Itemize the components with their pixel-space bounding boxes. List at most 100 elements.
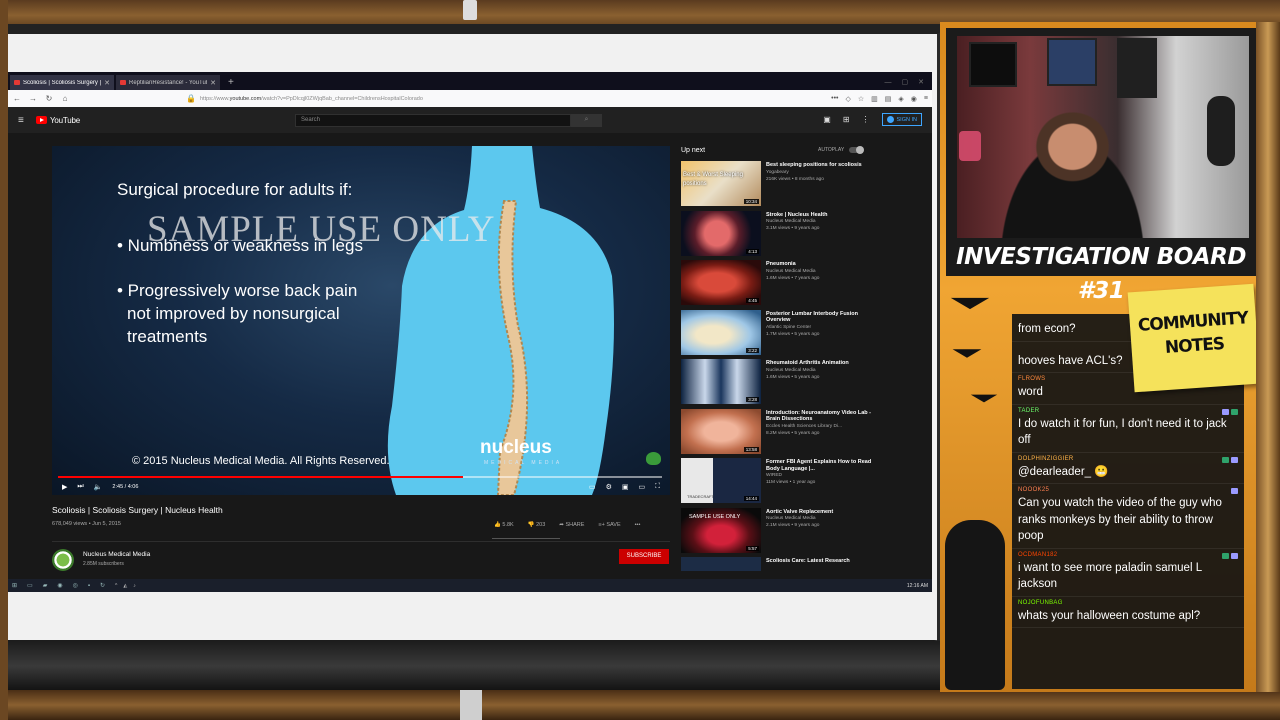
create-video-icon[interactable]: ▣: [823, 115, 831, 124]
close-window-icon[interactable]: ✕: [918, 75, 924, 90]
video-thumbnail[interactable]: 3:28: [681, 359, 761, 404]
video-thumbnail[interactable]: Best & Worst Sleeping positions 10:34: [681, 161, 761, 206]
search-icon[interactable]: ⌕: [571, 114, 602, 127]
play-icon[interactable]: ▶: [62, 483, 67, 491]
address-bar[interactable]: 🔒 https://www.youtube.com/watch?v=PpDlcq…: [76, 93, 825, 104]
extension-icon[interactable]: ◉: [911, 95, 917, 103]
chat-badges: [1222, 552, 1238, 559]
hamburger-menu-icon[interactable]: ≡: [18, 115, 36, 126]
browser-tab-reptilian[interactable]: ReptilianResistance! - YouTube ✕: [116, 75, 220, 90]
recommendation-item[interactable]: SAMPLE USE ONLY 5:57 Aortic Valve Replac…: [681, 507, 881, 558]
close-tab-icon[interactable]: ✕: [210, 79, 216, 87]
like-count: 5.8K: [502, 522, 514, 528]
time-display: 2:45 / 4:06: [112, 484, 139, 490]
slide-bullet: not improved by nonsurgical: [127, 304, 340, 323]
home-icon[interactable]: ⌂: [60, 94, 70, 103]
video-thumbnail[interactable]: TRADECRAFT 14:44: [681, 458, 761, 503]
chat-username: NOOOK25: [1018, 487, 1050, 493]
back-icon[interactable]: ←: [12, 94, 22, 103]
menu-icon[interactable]: ≡: [924, 95, 928, 103]
apps-grid-icon[interactable]: ⊞: [843, 115, 850, 124]
recommendation-item[interactable]: Best & Worst Sleeping positions 10:34 Be…: [681, 161, 881, 211]
fullscreen-icon[interactable]: ⛶: [655, 483, 660, 491]
browser-tab-scoliosis[interactable]: Scoliosis | Scoliosis Surgery | N... ✕: [10, 75, 114, 90]
close-tab-icon[interactable]: ✕: [104, 79, 110, 87]
settings-dots-icon[interactable]: ⋮: [862, 115, 870, 124]
recommendation-title[interactable]: Scoliosis Care: Latest Research: [766, 558, 881, 565]
video-player[interactable]: Surgical procedure for adults if: • Numb…: [52, 146, 670, 495]
maximize-icon[interactable]: ▢: [902, 75, 909, 90]
chat-username: NOJOFUNBAG: [1018, 599, 1063, 606]
streamer: [987, 86, 1177, 238]
sidebar-icon[interactable]: ▤: [885, 95, 892, 103]
recommendation-title[interactable]: Posterior Lumbar Interbody Fusion Overvi…: [766, 311, 881, 324]
recommendation-item[interactable]: 3:28 Rheumatoid Arthritis Animation Nucle…: [681, 359, 881, 409]
next-icon[interactable]: ⏭: [77, 483, 83, 491]
youtube-logo[interactable]: YouTube: [36, 116, 80, 125]
like-button[interactable]: 👍 5.8K: [494, 522, 514, 528]
page-actions-icon[interactable]: •••: [831, 95, 838, 103]
dislike-count: 203: [536, 522, 546, 528]
subscribe-button[interactable]: SUBSCRIBE: [619, 549, 669, 564]
video-thumbnail[interactable]: 4:13: [681, 210, 761, 256]
recommendation-item[interactable]: 3:22 Posterior Lumbar Interbody Fusion O…: [681, 309, 881, 360]
taskbar-clock[interactable]: 12:16 AM: [907, 583, 928, 589]
video-thumbnail[interactable]: [681, 557, 761, 571]
start-icon[interactable]: ⊞: [12, 582, 17, 589]
recommendation-item[interactable]: 4:13 Stroke | Nucleus Health Nucleus Medi…: [681, 210, 881, 261]
recommendation-title[interactable]: Introduction: Neuroanatomy Video Lab - B…: [766, 410, 881, 423]
video-thumbnail[interactable]: 3:22: [681, 309, 761, 355]
pocket-icon[interactable]: ◇: [845, 95, 850, 103]
recommendation-item[interactable]: 4:45 Pneumonia Nucleus Medical Media 1.6M …: [681, 260, 881, 310]
app-icon[interactable]: ▪: [88, 583, 90, 589]
chat-message: TADER I do watch it for fun, I don't nee…: [1012, 405, 1244, 453]
recommendation-title[interactable]: Former FBI Agent Explains How to Read Bo…: [766, 459, 881, 472]
network-icon[interactable]: ◭: [123, 583, 127, 589]
recommendation-item[interactable]: 13:58 Introduction: Neuroanatomy Video L…: [681, 408, 881, 459]
chat-message: DOLPHINZIGGIER @dearleader_ 😬: [1012, 453, 1244, 484]
channel-name[interactable]: Nucleus Medical Media: [83, 551, 150, 558]
recommendation-stats: 3.1M views • 9 years ago: [766, 226, 820, 231]
refresh-app-icon[interactable]: ↻: [100, 582, 105, 589]
new-tab-button[interactable]: +: [222, 75, 240, 90]
bookmark-star-icon[interactable]: ☆: [858, 95, 864, 103]
divider: [52, 541, 670, 542]
progress-bar[interactable]: [58, 476, 662, 478]
file-explorer-icon[interactable]: ▰: [43, 582, 48, 589]
video-thumbnail[interactable]: 13:58: [681, 408, 761, 454]
cat-silhouette: [945, 520, 1005, 690]
extension-icon[interactable]: ◈: [898, 95, 903, 103]
recommendation-channel: Atlantic Spine Center: [766, 324, 812, 330]
volume-icon[interactable]: 🔈: [94, 483, 103, 491]
autoplay-toggle[interactable]: [849, 146, 865, 154]
chrome-icon[interactable]: ◎: [73, 582, 78, 589]
forward-icon[interactable]: →: [28, 94, 38, 103]
video-actions: 👍 5.8K 👎 203 ➦ SHARE ≡+ SAVE •••: [494, 522, 640, 528]
recommendation-item[interactable]: Scoliosis Care: Latest Research: [681, 557, 881, 571]
duration-badge: 3:28: [746, 397, 759, 402]
captions-icon[interactable]: ▭: [589, 483, 596, 491]
dislike-button[interactable]: 👎 203: [528, 522, 546, 528]
channel-avatar[interactable]: [52, 549, 74, 571]
library-icon[interactable]: ▥: [871, 95, 878, 103]
sign-in-button[interactable]: SIGN IN: [881, 113, 922, 126]
volume-tray-icon[interactable]: ♪: [133, 583, 136, 589]
miniplayer-icon[interactable]: ▣: [622, 483, 629, 491]
firefox-icon[interactable]: ◉: [57, 582, 62, 589]
recommendation-channel: Yogabeary: [766, 169, 789, 175]
settings-gear-icon[interactable]: ⚙: [606, 483, 612, 491]
reload-icon[interactable]: ↻: [44, 94, 54, 103]
tray-arrow-icon[interactable]: ^: [115, 583, 117, 589]
share-button[interactable]: ➦ SHARE: [559, 522, 584, 528]
search-input[interactable]: Search: [295, 114, 571, 127]
save-button[interactable]: ≡+ SAVE: [598, 522, 620, 528]
video-thumbnail[interactable]: 4:45: [681, 260, 761, 305]
stand-post: [460, 690, 482, 720]
theater-mode-icon[interactable]: ▭: [638, 483, 645, 491]
task-view-icon[interactable]: ▭: [27, 582, 33, 589]
more-actions-button[interactable]: •••: [635, 522, 641, 528]
recommendation-item[interactable]: TRADECRAFT 14:44 Former FBI Agent Explai…: [681, 458, 881, 508]
chat-text: i want to see more paladin samuel L jack…: [1018, 561, 1202, 591]
video-thumbnail[interactable]: SAMPLE USE ONLY 5:57: [681, 507, 761, 553]
minimize-icon[interactable]: —: [885, 75, 892, 90]
